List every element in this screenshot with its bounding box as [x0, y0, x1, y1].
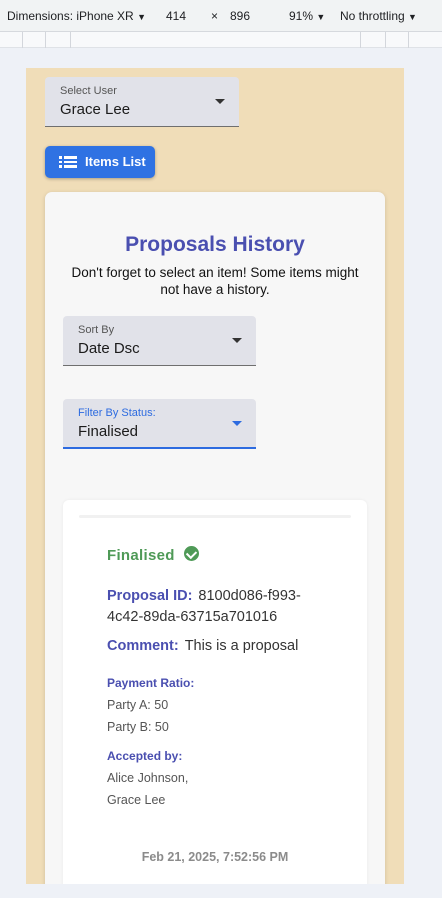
proposal-comment: Comment: This is a proposal	[107, 638, 298, 654]
dropdown-arrow-icon	[215, 99, 225, 104]
throttling-selector[interactable]: No throttling ▼	[340, 9, 417, 23]
payment-ratio-label: Payment Ratio:	[107, 676, 195, 690]
comment-value: This is a proposal	[184, 638, 299, 654]
times-icon: ×	[211, 9, 219, 23]
party-a-ratio: Party A: 50	[107, 698, 169, 712]
select-user-dropdown[interactable]: Select User Grace Lee	[45, 77, 239, 127]
page-subtitle: Don't forget to select an item! Some ite…	[71, 265, 359, 297]
select-user-label: Select User	[60, 85, 117, 97]
party-b-ratio: Party B: 50	[107, 720, 169, 734]
items-list-label: Items List	[85, 154, 146, 169]
zoom-label: 91%	[289, 9, 314, 23]
select-user-value: Grace Lee	[60, 101, 131, 118]
proposal-id-label: Proposal ID:	[107, 588, 193, 604]
accepted-by-label: Accepted by:	[107, 749, 183, 763]
divider	[79, 515, 351, 518]
sort-by-dropdown[interactable]: Sort By Date Dsc	[63, 316, 256, 366]
devtools-toolbar: Dimensions: iPhone XR ▼ 414 × 896 91% ▼ …	[0, 0, 442, 32]
proposal-date: Feb 21, 2025, 7:52:56 PM	[141, 850, 289, 864]
proposal-id: Proposal ID: 8100d086-f993-4c42-89da-6371…	[107, 586, 327, 628]
media-query-ruler	[0, 32, 442, 48]
filter-label: Filter By Status:	[78, 407, 156, 419]
items-list-button[interactable]: Items List	[45, 146, 155, 178]
page-title: Proposals History	[125, 233, 305, 256]
caret-down-icon: ▼	[316, 12, 326, 22]
dropdown-arrow-icon	[232, 421, 242, 426]
caret-down-icon: ▼	[137, 12, 146, 22]
throttling-label: No throttling	[340, 9, 405, 23]
sort-by-label: Sort By	[78, 324, 115, 336]
status-badge: Finalised	[107, 547, 175, 564]
device-viewport: Select User Grace Lee Items List Proposa…	[26, 68, 404, 884]
zoom-selector[interactable]: 91% ▼	[289, 9, 325, 23]
sort-by-value: Date Dsc	[78, 340, 140, 357]
dropdown-arrow-icon	[232, 338, 242, 343]
proposal-card: Finalised Proposal ID: 8100d086-f993-4c42…	[63, 500, 367, 884]
filter-by-status-dropdown[interactable]: Filter By Status: Finalised	[63, 399, 256, 449]
filter-value: Finalised	[78, 423, 139, 440]
check-circle-icon	[184, 546, 199, 561]
device-selector[interactable]: Dimensions: iPhone XR ▼	[7, 9, 146, 23]
caret-down-icon: ▼	[408, 12, 417, 22]
comment-label: Comment:	[107, 638, 179, 654]
list-icon	[59, 156, 77, 168]
device-label: Dimensions: iPhone XR	[7, 9, 134, 23]
width-input[interactable]: 414	[166, 9, 186, 23]
accepted-by-user: Alice Johnson,	[107, 771, 189, 785]
proposals-history-card: Proposals History Don't forget to select…	[45, 192, 385, 884]
accepted-by-user: Grace Lee	[107, 793, 166, 807]
height-input[interactable]: 896	[230, 9, 250, 23]
